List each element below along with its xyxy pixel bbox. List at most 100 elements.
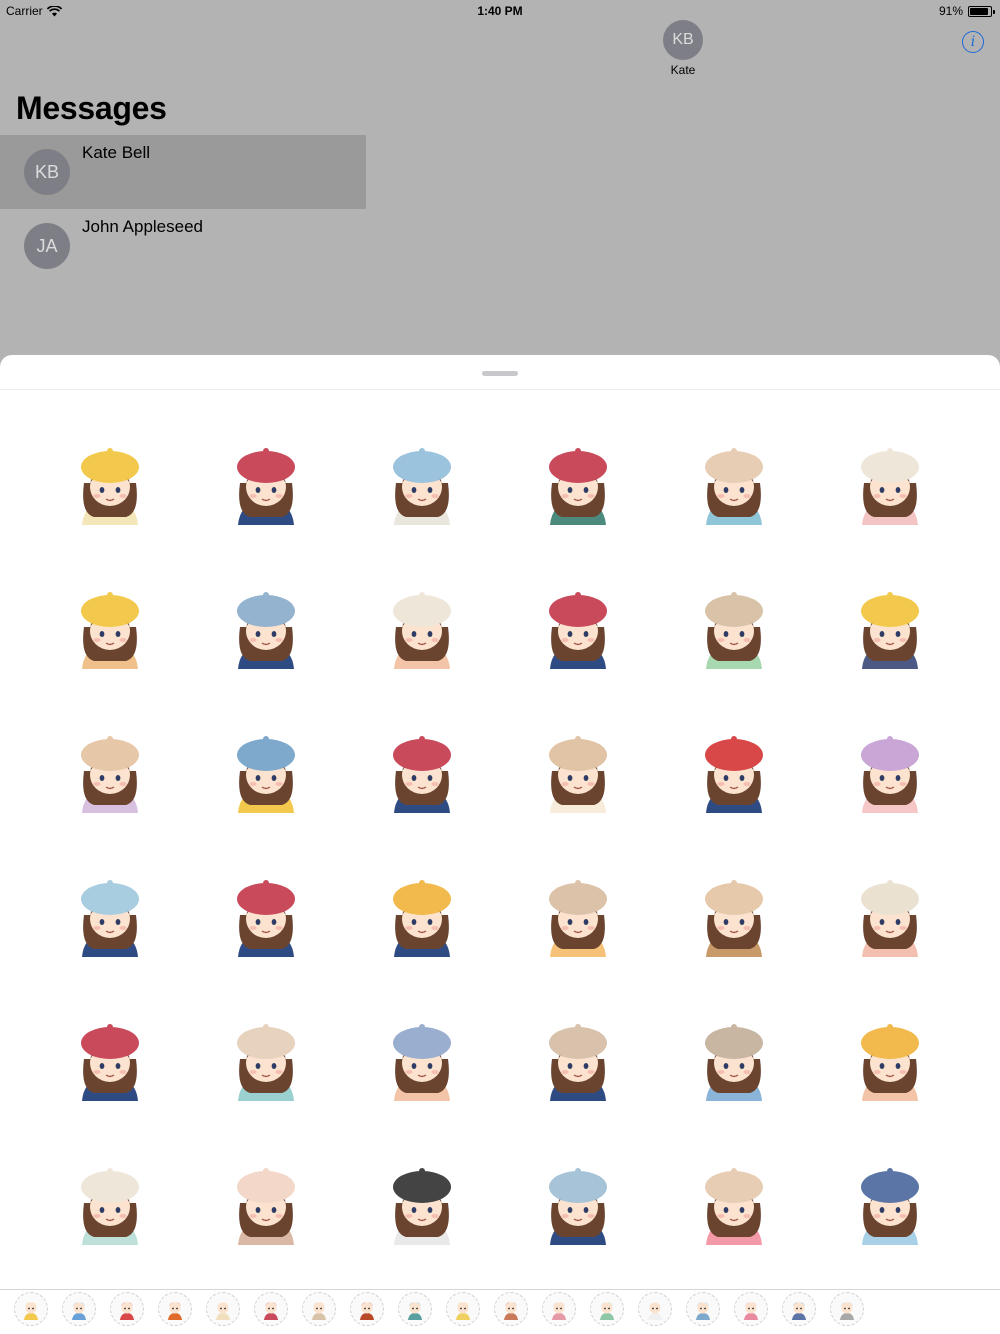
- sticker-girl-icon: [237, 1168, 295, 1245]
- tray-sticker-pack-icon[interactable]: [14, 1292, 48, 1326]
- tray-sticker-pack-icon[interactable]: [350, 1292, 384, 1326]
- battery-status: 91%: [938, 4, 995, 18]
- sticker-item[interactable]: [812, 701, 968, 845]
- sticker-pack-icon: [360, 1302, 374, 1320]
- sticker-item[interactable]: [500, 557, 656, 701]
- sticker-pack-icon: [216, 1302, 230, 1320]
- sticker-girl-icon: [549, 736, 607, 813]
- tray-sticker-pack-icon[interactable]: [302, 1292, 336, 1326]
- sticker-item[interactable]: [656, 845, 812, 989]
- sticker-item[interactable]: [500, 989, 656, 1133]
- sticker-girl-icon: [81, 448, 139, 525]
- sticker-item[interactable]: [656, 557, 812, 701]
- sticker-pack-icon: [696, 1302, 710, 1320]
- sticker-item[interactable]: [500, 1133, 656, 1277]
- sticker-item[interactable]: [32, 557, 188, 701]
- sticker-item[interactable]: [188, 1133, 344, 1277]
- sticker-pack-icon: [24, 1302, 38, 1320]
- sticker-girl-icon: [549, 448, 607, 525]
- sticker-girl-icon: [237, 1024, 295, 1101]
- sticker-girl-icon: [705, 1168, 763, 1245]
- sticker-item[interactable]: [32, 1133, 188, 1277]
- sticker-item[interactable]: [32, 989, 188, 1133]
- tray-sticker-pack-icon[interactable]: [62, 1292, 96, 1326]
- sticker-pack-icon: [312, 1302, 326, 1320]
- sticker-pack-icon: [120, 1302, 134, 1320]
- tray-sticker-pack-icon[interactable]: [686, 1292, 720, 1326]
- tray-sticker-pack-icon[interactable]: [542, 1292, 576, 1326]
- sticker-pack-icon: [600, 1302, 614, 1320]
- info-button[interactable]: i: [962, 31, 984, 53]
- sticker-girl-icon: [393, 1168, 451, 1245]
- contact-name: Kate Bell: [82, 143, 151, 162]
- sticker-item[interactable]: [188, 557, 344, 701]
- sticker-item[interactable]: [656, 413, 812, 557]
- sticker-item[interactable]: [500, 845, 656, 989]
- sticker-girl-icon: [393, 592, 451, 669]
- tray-sticker-pack-icon[interactable]: [206, 1292, 240, 1326]
- avatar: KB: [663, 20, 703, 60]
- battery-icon: [968, 5, 995, 17]
- sticker-item[interactable]: [344, 1133, 500, 1277]
- sticker-item[interactable]: [500, 701, 656, 845]
- sticker-girl-icon: [705, 1024, 763, 1101]
- sticker-girl-icon: [237, 880, 295, 957]
- sticker-pack-icon: [552, 1302, 566, 1320]
- sticker-girl-icon: [861, 448, 919, 525]
- sticker-item[interactable]: [812, 557, 968, 701]
- sticker-item[interactable]: [344, 557, 500, 701]
- sticker-item[interactable]: [656, 989, 812, 1133]
- contact-name: John Appleseed: [82, 217, 203, 236]
- sticker-item[interactable]: [812, 845, 968, 989]
- sticker-item[interactable]: [32, 845, 188, 989]
- tray-sticker-pack-icon[interactable]: [398, 1292, 432, 1326]
- tray-sticker-pack-icon[interactable]: [494, 1292, 528, 1326]
- tray-sticker-pack-icon[interactable]: [446, 1292, 480, 1326]
- sticker-item[interactable]: [32, 413, 188, 557]
- sticker-item[interactable]: [812, 989, 968, 1133]
- sticker-item[interactable]: [500, 413, 656, 557]
- sticker-grid: [32, 413, 968, 1277]
- tray-sticker-pack-icon[interactable]: [830, 1292, 864, 1326]
- tray-sticker-pack-icon[interactable]: [254, 1292, 288, 1326]
- sticker-pack-icon: [840, 1302, 854, 1320]
- contact-name: Kate: [670, 63, 696, 77]
- conversation-list: Messages KB Kate Bell JA John Appleseed: [0, 22, 366, 362]
- conversation-header-contact[interactable]: KB Kate: [662, 20, 704, 77]
- sticker-girl-icon: [549, 1024, 607, 1101]
- sticker-app-drawer: [0, 355, 1000, 1334]
- sticker-item[interactable]: [344, 989, 500, 1133]
- sticker-pack-icon: [648, 1302, 662, 1320]
- divider: [0, 389, 1000, 390]
- sticker-item[interactable]: [188, 701, 344, 845]
- conversation-item-kate-bell[interactable]: KB Kate Bell: [0, 135, 366, 209]
- tray-sticker-pack-icon[interactable]: [734, 1292, 768, 1326]
- sticker-item[interactable]: [812, 413, 968, 557]
- sticker-girl-icon: [81, 592, 139, 669]
- tray-sticker-pack-icon[interactable]: [158, 1292, 192, 1326]
- sticker-item[interactable]: [344, 701, 500, 845]
- sticker-item[interactable]: [32, 701, 188, 845]
- app-tray: [14, 1292, 864, 1332]
- conversation-item-john-appleseed[interactable]: JA John Appleseed: [0, 209, 366, 283]
- tray-sticker-pack-icon[interactable]: [110, 1292, 144, 1326]
- sticker-item[interactable]: [188, 845, 344, 989]
- sticker-item[interactable]: [656, 1133, 812, 1277]
- tray-sticker-pack-icon[interactable]: [638, 1292, 672, 1326]
- sticker-girl-icon: [393, 1024, 451, 1101]
- sticker-item[interactable]: [812, 1133, 968, 1277]
- sticker-girl-icon: [81, 1168, 139, 1245]
- sticker-girl-icon: [237, 736, 295, 813]
- sticker-item[interactable]: [344, 845, 500, 989]
- battery-percent: 91%: [938, 4, 963, 18]
- tray-sticker-pack-icon[interactable]: [590, 1292, 624, 1326]
- sticker-item[interactable]: [188, 989, 344, 1133]
- sticker-item[interactable]: [188, 413, 344, 557]
- drawer-grabber-handle[interactable]: [482, 371, 518, 376]
- sticker-pack-icon: [504, 1302, 518, 1320]
- sticker-item[interactable]: [656, 701, 812, 845]
- avatar: JA: [24, 223, 70, 269]
- sticker-item[interactable]: [344, 413, 500, 557]
- tray-sticker-pack-icon[interactable]: [782, 1292, 816, 1326]
- sticker-girl-icon: [861, 880, 919, 957]
